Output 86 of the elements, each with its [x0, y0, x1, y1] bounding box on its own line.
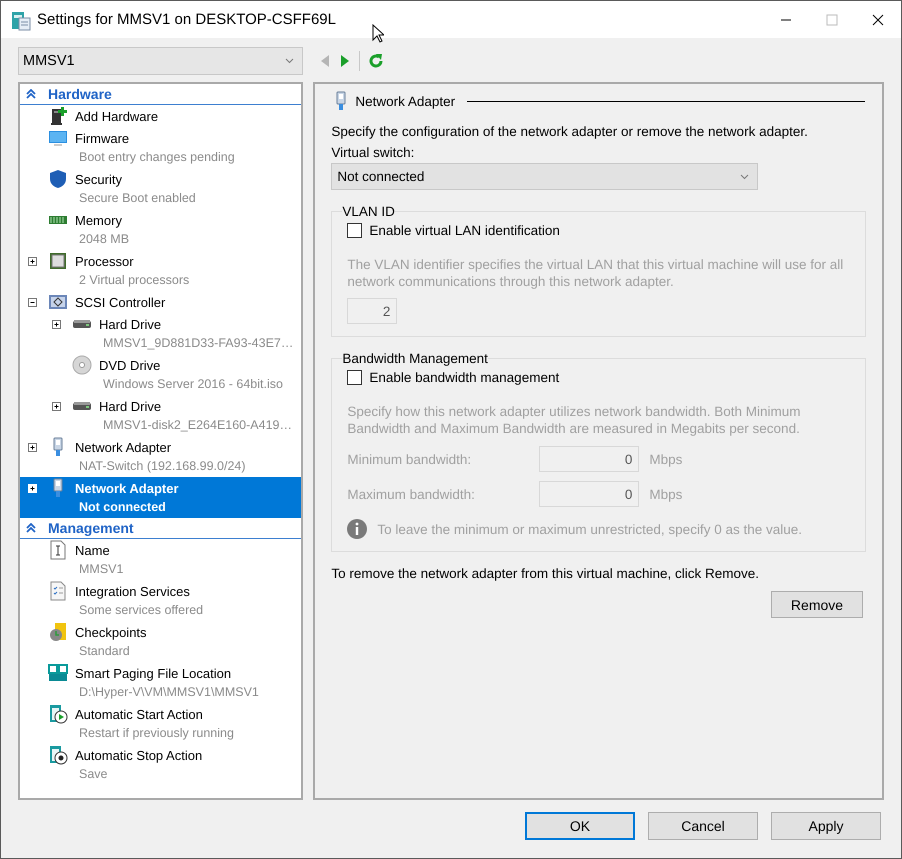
collapse-icon[interactable] [28, 298, 37, 306]
maximize-icon [826, 14, 838, 26]
dialog-button[interactable]: Cancel [648, 812, 758, 840]
collapse-chevron-icon[interactable] [26, 523, 36, 533]
tree-item-label[interactable]: Checkpoints [75, 624, 147, 640]
tree-item-label[interactable]: Automatic Start Action [75, 706, 203, 722]
dialog-button[interactable]: Apply [771, 812, 881, 840]
tree-item-detail: D:\Hyper-V\VM\MMSV1\MMSV1 [78, 684, 260, 701]
tree-item-label[interactable]: Firmware [75, 130, 130, 146]
tree-item-label[interactable]: Security [75, 172, 122, 186]
tree-item-label[interactable]: Automatic Stop Action [75, 748, 202, 762]
tree-item-label[interactable]: Network Adapter [75, 480, 179, 496]
disc-icon [72, 355, 92, 375]
monitor-icon [48, 128, 68, 148]
vm-selector[interactable]: MMSV1 [18, 47, 304, 75]
field-label: Virtual switch: [331, 145, 416, 160]
unit-label: Mbps [649, 452, 682, 466]
play-document-icon [48, 704, 68, 724]
tree-item-detail: Boot entry changes pending [78, 149, 236, 166]
tree-item-label[interactable]: Hard Drive [99, 316, 162, 332]
group-description: The VLAN identifier specifies the virtual LAN that this virtual machine will use for all network communications through this network adapter. [347, 256, 844, 290]
tree-item-detail: Standard [78, 643, 131, 660]
network-plug-icon [335, 91, 348, 111]
section-header[interactable]: Hardware [20, 84, 302, 105]
expand-icon[interactable] [52, 402, 61, 410]
paging-file-icon [48, 663, 68, 683]
text-cursor-document-icon [48, 540, 68, 560]
checkbox-label: Enable bandwidth management [369, 370, 560, 385]
tree-item-label[interactable]: Smart Paging File Location [75, 666, 232, 680]
tree-item-label[interactable]: Integration Services [75, 584, 190, 598]
tree-item-detail: NAT-Switch (192.168.99.0/24) [78, 458, 247, 475]
expand-icon[interactable] [28, 256, 37, 266]
tree-item-detail: MMSV1_9D881D33-FA93-43E7… [102, 335, 294, 352]
field-label: Maximum bandwidth: [347, 486, 476, 502]
folder-clock-icon [48, 622, 68, 642]
checkbox-label: Enable virtual LAN identification [369, 223, 560, 238]
tree-item-label[interactable]: SCSI Controller [75, 294, 166, 310]
tree-item-label[interactable]: Hard Drive [99, 398, 162, 414]
group-title: VLAN ID [342, 204, 395, 219]
panel-description: Specify the configuration of the network adapter or remove the network adapter. [331, 124, 809, 139]
tree-item-label[interactable]: Memory [75, 212, 122, 228]
tree-item-detail: 2 Virtual processors [78, 272, 190, 289]
checklist-document-icon [48, 581, 68, 601]
chip-icon [48, 251, 68, 271]
section-title: Hardware [48, 86, 112, 102]
tree-item-detail: Not connected [78, 499, 167, 516]
dialog-button[interactable]: OK [525, 812, 635, 840]
tree-item-detail: Save [78, 766, 108, 783]
tree-item-detail: Windows Server 2016 - 64bit.iso [102, 376, 284, 393]
selection-highlight[interactable]: Network Adapter Not connected [20, 477, 302, 518]
hard-drive-icon [72, 401, 92, 411]
play-arrow-icon[interactable] [339, 54, 352, 68]
tree-item-detail: Some services offered [78, 602, 204, 619]
unit-label: Mbps [649, 486, 682, 502]
expand-icon[interactable] [28, 442, 37, 452]
expand-icon[interactable] [52, 320, 61, 328]
tree-item-label[interactable]: DVD Drive [99, 358, 160, 372]
collapse-chevron-icon[interactable] [26, 89, 36, 99]
computer-tower-icon [48, 106, 68, 126]
controller-card-icon [48, 292, 68, 312]
virtual-switch-dropdown[interactable]: Not connected [331, 163, 758, 190]
tree-item-detail: MMSV1-disk2_E264E160-A419… [102, 417, 293, 434]
tree-item-label[interactable]: Network Adapter [75, 440, 172, 454]
field-label: Minimum bandwidth: [347, 452, 472, 466]
remove-button[interactable]: Remove [771, 591, 863, 618]
section-title: Management [48, 520, 134, 536]
window-title: Settings for MMSV1 on DESKTOP-CSFF69L [37, 11, 337, 28]
stop-document-icon [48, 745, 68, 765]
tree-item-detail: 2048 MB [78, 231, 130, 248]
close-icon [872, 14, 884, 26]
section-header[interactable]: Management [20, 518, 302, 539]
shield-icon [48, 169, 68, 189]
remove-instructions: To remove the network adapter from this virtual machine, click Remove. [331, 566, 760, 581]
tree-item-label[interactable]: Name [75, 542, 110, 558]
tree-item-detail: Secure Boot enabled [78, 190, 197, 207]
group-description: Specify how this network adapter utilizes network bandwidth. Both Minimum Bandwidth and Maximum Bandwidth are measured in Megabits per second. [347, 403, 802, 437]
tree-item-detail: MMSV1 [78, 561, 124, 578]
tree-item-label[interactable]: Add Hardware [75, 108, 158, 124]
tree-item-detail: Restart if previously running [78, 725, 235, 742]
hard-drive-icon [72, 319, 92, 329]
info-text: To leave the minimum or maximum unrestricted, specify 0 as the value. [377, 522, 802, 536]
info-icon [347, 519, 368, 539]
group-title: Bandwidth Management [342, 351, 488, 366]
refresh-icon[interactable] [368, 53, 384, 69]
panel-title: Network Adapter [355, 94, 456, 108]
tree-item-label[interactable]: Processor [75, 254, 134, 268]
